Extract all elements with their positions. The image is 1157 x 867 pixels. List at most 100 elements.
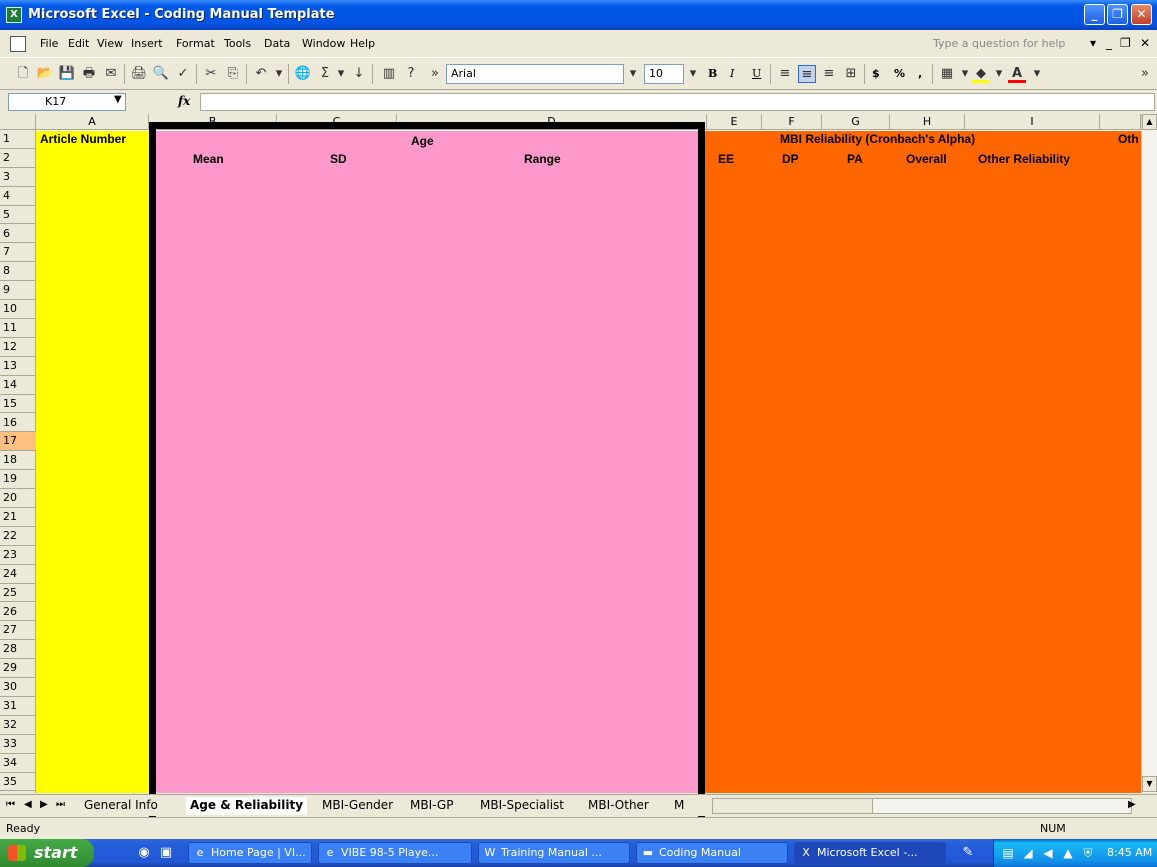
row-header[interactable]: 7 (0, 243, 36, 263)
dp-header[interactable]: DP (782, 152, 799, 166)
borders-icon[interactable]: ▦ (938, 65, 956, 83)
restore-button[interactable]: ❐ (1107, 4, 1128, 25)
chevron-down-icon[interactable]: ▾ (624, 65, 642, 83)
row-header[interactable]: 22 (0, 527, 36, 546)
spelling-icon[interactable]: ✓ (174, 65, 192, 83)
task-home-page[interactable]: e Home Page | VI... (188, 842, 312, 864)
menu-edit[interactable]: Edit (68, 37, 89, 50)
row-header[interactable]: 28 (0, 640, 36, 660)
start-button[interactable]: start (0, 839, 94, 867)
menu-window[interactable]: Window (302, 37, 345, 50)
column-header-g[interactable]: G (822, 114, 890, 130)
menu-view[interactable]: View (97, 37, 123, 50)
permission-icon[interactable]: 🖶 (80, 65, 98, 83)
row-header[interactable]: 11 (0, 319, 36, 338)
horizontal-scrollbar[interactable] (712, 798, 1132, 814)
column-header-c[interactable]: C (277, 114, 397, 130)
overall-header[interactable]: Overall (906, 152, 947, 166)
prev-sheet-icon[interactable]: ◀ (24, 799, 32, 810)
row-header[interactable]: 12 (0, 338, 36, 357)
row-header[interactable]: 23 (0, 546, 36, 565)
column-header-f[interactable]: F (762, 114, 822, 130)
row-header[interactable]: 5 (0, 206, 36, 225)
email-icon[interactable]: ✉ (102, 65, 120, 83)
task-microsoft-excel[interactable]: X Microsoft Excel -... (794, 842, 946, 864)
tab-general-info[interactable]: General Info (80, 797, 162, 815)
chevron-down-icon[interactable]: ▼ (114, 94, 122, 105)
open-icon[interactable]: 📂 (36, 65, 54, 83)
workbook-icon[interactable] (10, 36, 26, 52)
chevron-down-icon[interactable]: ▾ (270, 65, 288, 83)
first-sheet-icon[interactable]: ⏮ (6, 799, 15, 810)
name-box[interactable]: K17 (8, 93, 126, 111)
column-header-j[interactable] (1100, 114, 1141, 130)
security-icon[interactable]: ▲ (1060, 845, 1076, 861)
worksheet-grid[interactable]: A B C D E F G H I 1 2 3 4 5 6 7 8 9 10 11 12 13 14 15 1… (0, 114, 1157, 793)
pa-header[interactable]: PA (847, 152, 863, 166)
chevron-down-icon[interactable]: ▾ (1090, 36, 1096, 50)
print-icon[interactable]: 🖨 (130, 65, 148, 83)
column-header-b[interactable]: B (149, 114, 277, 130)
row-header[interactable]: 10 (0, 300, 36, 319)
chevron-down-icon[interactable]: ▾ (684, 65, 702, 83)
insert-function-icon[interactable]: fx (178, 94, 190, 108)
vertical-scrollbar[interactable]: ▲ ▼ (1141, 114, 1157, 793)
row-header[interactable]: 29 (0, 659, 36, 679)
toolbar-options-icon[interactable]: » (426, 65, 444, 83)
save-icon[interactable]: 💾 (58, 65, 76, 83)
row-header[interactable]: 3 (0, 168, 36, 187)
row-header[interactable]: 2 (0, 149, 36, 168)
row-header[interactable]: 13 (0, 357, 36, 376)
sort-ascending-icon[interactable]: ↓ (350, 65, 368, 83)
font-size-field[interactable]: 10 (644, 64, 684, 84)
restore-doc-icon[interactable]: ❐ (1120, 36, 1131, 50)
row-header[interactable]: 19 (0, 470, 36, 490)
scroll-down-button[interactable]: ▼ (1142, 776, 1157, 792)
align-left-icon[interactable]: ≡ (776, 65, 794, 83)
scroll-right-icon[interactable]: ▶ (1128, 799, 1136, 810)
row-header[interactable]: 6 (0, 225, 36, 244)
align-right-icon[interactable]: ≡ (820, 65, 838, 83)
shield-icon[interactable]: ⛨ (1080, 845, 1096, 861)
tab-mbi-gender[interactable]: MBI-Gender (318, 797, 397, 815)
row-header[interactable]: 24 (0, 565, 36, 584)
task-coding-manual[interactable]: ▬ Coding Manual (636, 842, 788, 864)
minimize-button[interactable]: _ (1084, 4, 1105, 25)
minimize-doc-icon[interactable]: _ (1106, 36, 1112, 50)
other-header-truncated[interactable]: Oth (1118, 132, 1139, 146)
menu-help[interactable]: Help (350, 37, 375, 50)
sd-header[interactable]: SD (330, 152, 347, 166)
column-header-d[interactable]: D (397, 114, 707, 130)
row-header[interactable]: 26 (0, 603, 36, 622)
pen-icon[interactable]: ✎ (960, 845, 976, 861)
tab-m[interactable]: M (670, 797, 688, 815)
help-icon[interactable]: ? (402, 65, 420, 83)
select-all-corner[interactable] (0, 114, 36, 130)
ee-header[interactable]: EE (718, 152, 734, 166)
column-header-e[interactable]: E (707, 114, 762, 130)
cut-icon[interactable]: ✂ (202, 65, 220, 83)
menu-data[interactable]: Data (264, 37, 290, 50)
column-header-a[interactable]: A (36, 114, 149, 130)
close-button[interactable]: ✕ (1131, 4, 1152, 25)
cell-a1[interactable]: Article Number (40, 132, 126, 146)
next-sheet-icon[interactable]: ▶ (40, 799, 48, 810)
new-icon[interactable]: 🗋 (14, 65, 32, 83)
copy-icon[interactable]: ⎘ (224, 65, 242, 83)
currency-button[interactable]: $ (872, 67, 880, 80)
task-training-manual[interactable]: W Training Manual ... (478, 842, 630, 864)
font-name-field[interactable]: Arial (446, 64, 624, 84)
row-header[interactable]: 20 (0, 489, 36, 508)
help-search-input[interactable]: Type a question for help (933, 37, 1078, 53)
task-vibe-player[interactable]: e VIBE 98-5 Playe... (318, 842, 472, 864)
mbi-reliability-header[interactable]: MBI Reliability (Cronbach's Alpha) (780, 132, 975, 146)
age-header[interactable]: Age (411, 134, 434, 148)
undo-icon[interactable]: ↶ (252, 65, 270, 83)
chevron-down-icon[interactable]: ▾ (990, 65, 1008, 83)
scroll-up-button[interactable]: ▲ (1142, 114, 1157, 130)
row-header[interactable]: 31 (0, 697, 36, 716)
comma-button[interactable]: , (918, 67, 922, 80)
italic-button[interactable]: I (730, 67, 734, 80)
tab-mbi-other[interactable]: MBI-Other (584, 797, 653, 815)
menu-file[interactable]: File (40, 37, 58, 50)
